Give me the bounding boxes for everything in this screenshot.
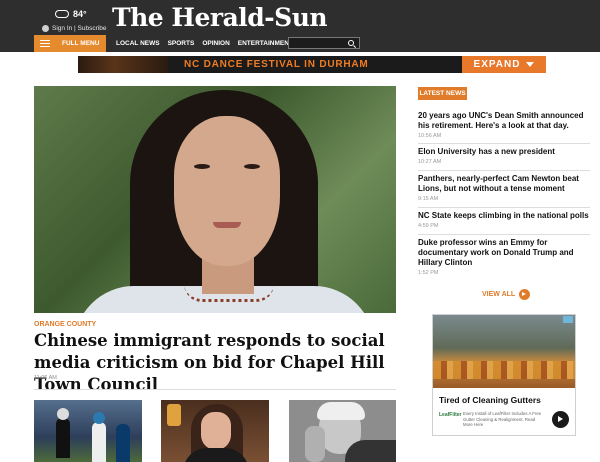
- list-item[interactable]: Duke professor wins an Emmy for document…: [418, 235, 590, 279]
- thumb-player-dark: [56, 418, 70, 458]
- news-title[interactable]: NC State keeps climbing in the national …: [418, 211, 590, 221]
- thumb-lamp: [167, 404, 181, 426]
- latest-news-list: 20 years ago UNC's Dean Smith announced …: [418, 108, 590, 279]
- site-logo[interactable]: The Herald-Sun: [112, 3, 328, 32]
- ad-logo: LeafFilter: [439, 412, 462, 418]
- news-time: 1:52 PM: [418, 270, 439, 276]
- thumb-man-suit: [345, 440, 396, 462]
- thumb-helmet-blue: [93, 412, 105, 424]
- portrait-face: [174, 116, 280, 266]
- full-menu-button[interactable]: FULL MENU: [34, 35, 106, 52]
- nav-sports[interactable]: SPORTS: [168, 40, 195, 47]
- hero-timestamp: 11:06 AM: [34, 375, 57, 381]
- hamburger-icon: [40, 40, 50, 47]
- banner-ad-image: [78, 56, 168, 73]
- divider: [34, 389, 396, 390]
- thumb-player-blue: [116, 424, 130, 462]
- story-thumbnail-portrait[interactable]: [161, 400, 269, 462]
- thumb-man-hair: [317, 402, 365, 420]
- arrow-right-icon: [519, 289, 531, 300]
- banner-ad[interactable]: NC DANCE FESTIVAL IN DURHAM EXPAND: [78, 56, 546, 73]
- news-time: 9:15 AM: [418, 196, 439, 202]
- latest-news-badge: LATEST NEWS: [418, 87, 467, 100]
- nav-entertainment[interactable]: ENTERTAINMENT: [238, 40, 293, 47]
- banner-ad-text: NC DANCE FESTIVAL IN DURHAM: [184, 59, 369, 70]
- thumb-helmet-white: [57, 408, 69, 420]
- story-thumbnail-bw[interactable]: [289, 400, 396, 462]
- news-time: 4:59 PM: [418, 223, 439, 229]
- news-title[interactable]: Elon University has a new president: [418, 147, 590, 157]
- hero-headline[interactable]: Chinese immigrant responds to social med…: [34, 330, 396, 396]
- ad-copy: Every Install of LeafFilter Includes A F…: [463, 411, 542, 427]
- view-all-link[interactable]: VIEW ALL: [482, 289, 531, 300]
- sign-in-subscribe-link[interactable]: Sign In | Subscribe: [42, 25, 106, 32]
- ad-title[interactable]: Tired of Cleaning Gutters: [439, 395, 541, 405]
- search-input[interactable]: [288, 37, 360, 49]
- list-item[interactable]: 20 years ago UNC's Dean Smith announced …: [418, 108, 590, 144]
- ad-next-button[interactable]: [552, 411, 569, 428]
- hero-category[interactable]: ORANGE COUNTY: [34, 321, 96, 328]
- auth-text: Sign In | Subscribe: [52, 25, 107, 32]
- expand-label: EXPAND: [473, 59, 521, 70]
- chevron-down-icon: [526, 62, 535, 67]
- thumb-woman-face: [201, 412, 231, 450]
- news-time: 10:27 AM: [418, 159, 442, 165]
- weather-widget[interactable]: 84°: [55, 9, 87, 19]
- search-icon[interactable]: [348, 40, 354, 46]
- portrait-mouth: [213, 222, 241, 228]
- menu-label: FULL MENU: [62, 40, 100, 47]
- portrait-eye-left: [194, 164, 210, 169]
- nav-opinion[interactable]: OPINION: [202, 40, 229, 47]
- news-title[interactable]: Duke professor wins an Emmy for document…: [418, 238, 590, 268]
- news-title[interactable]: Panthers, nearly-perfect Cam Newton beat…: [418, 174, 590, 194]
- ad-image: [433, 315, 575, 388]
- list-item[interactable]: NC State keeps climbing in the national …: [418, 208, 590, 235]
- hero-image[interactable]: [34, 86, 396, 313]
- user-icon: [42, 25, 49, 32]
- list-item[interactable]: Elon University has a new president 10:2…: [418, 144, 590, 171]
- cloud-icon: [55, 10, 69, 18]
- side-ad[interactable]: Tired of Cleaning Gutters LeafFilter Eve…: [432, 314, 576, 436]
- thumb-player-light: [92, 422, 106, 462]
- expand-button[interactable]: EXPAND: [462, 56, 546, 73]
- story-thumbnail-football[interactable]: [34, 400, 142, 462]
- thumb-man-hand: [305, 426, 325, 462]
- temperature: 84°: [73, 9, 87, 19]
- ad-choices-icon[interactable]: [563, 316, 573, 323]
- site-header: 84° Sign In | Subscribe The Herald-Sun F…: [0, 0, 600, 52]
- nav-local-news[interactable]: LOCAL NEWS: [116, 40, 160, 47]
- list-item[interactable]: Panthers, nearly-perfect Cam Newton beat…: [418, 171, 590, 208]
- news-time: 10:56 AM: [418, 133, 442, 139]
- view-all-label: VIEW ALL: [482, 291, 516, 298]
- news-title[interactable]: 20 years ago UNC's Dean Smith announced …: [418, 111, 590, 131]
- ad-leaves: [433, 361, 575, 379]
- portrait-eye-right: [244, 164, 260, 169]
- main-nav: LOCAL NEWS SPORTS OPINION ENTERTAINMENT: [116, 40, 293, 47]
- portrait-necklace: [184, 284, 274, 302]
